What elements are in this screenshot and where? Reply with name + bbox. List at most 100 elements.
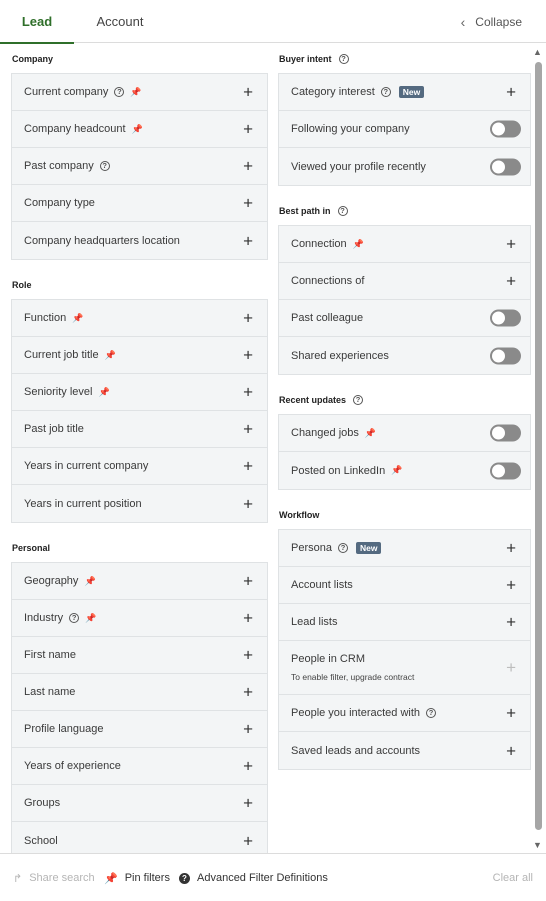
add-icon[interactable]: + [243, 310, 253, 327]
pin-filters-button[interactable]: 📌 Pin filters [104, 854, 170, 901]
filter-function[interactable]: Function 📌 + [12, 300, 267, 337]
pin-icon[interactable]: 📌 [85, 613, 96, 624]
add-icon[interactable]: + [506, 540, 516, 557]
filter-geography[interactable]: Geography 📌 + [12, 563, 267, 600]
share-search-button[interactable]: ↱ Share search [13, 854, 95, 901]
filter-viewed-your-profile[interactable]: Viewed your profile recently [279, 148, 530, 185]
add-icon[interactable]: + [243, 610, 253, 627]
filter-past-colleague[interactable]: Past colleague [279, 300, 530, 337]
filters-panel[interactable]: Company Current company ? 📌 + Company he… [0, 44, 546, 853]
scroll-down-arrow-icon[interactable]: ▼ [533, 840, 542, 850]
add-icon[interactable]: + [243, 832, 253, 849]
filter-company-hq-location[interactable]: Company headquarters location + [12, 222, 267, 259]
filter-footer: ↱ Share search 📌 Pin filters ? Advanced … [0, 853, 546, 901]
filter-posted-on-linkedin[interactable]: Posted on LinkedIn 📌 [279, 452, 530, 489]
filter-label: Saved leads and accounts [291, 744, 421, 757]
help-icon[interactable]: ? [353, 395, 364, 405]
filter-last-name[interactable]: Last name + [12, 674, 267, 711]
add-icon[interactable]: + [506, 614, 516, 631]
filter-years-in-current-company[interactable]: Years in current company + [12, 448, 267, 485]
pin-icon[interactable]: 📌 [132, 124, 143, 135]
filter-current-job-title[interactable]: Current job title 📌 + [12, 337, 267, 374]
scrollbar-thumb[interactable] [535, 62, 542, 830]
help-icon[interactable]: ? [380, 87, 391, 97]
toggle-switch[interactable] [490, 309, 521, 327]
filter-persona[interactable]: Persona ? New + [279, 530, 530, 567]
clear-all-button[interactable]: Clear all [493, 854, 533, 901]
filter-label: Connection [291, 238, 347, 250]
pin-icon[interactable]: 📌 [130, 87, 141, 98]
filter-label: People in CRM [291, 653, 365, 665]
filter-category-interest[interactable]: Category interest ? New + [279, 74, 530, 111]
add-icon[interactable]: + [243, 121, 253, 138]
add-icon[interactable]: + [506, 577, 516, 594]
filter-changed-jobs[interactable]: Changed jobs 📌 [279, 415, 530, 452]
help-icon[interactable]: ? [337, 206, 348, 216]
toggle-switch[interactable] [490, 158, 521, 175]
filter-people-you-interacted-with[interactable]: People you interacted with ? + [279, 695, 530, 732]
pin-icon[interactable]: 📌 [98, 387, 109, 398]
add-icon[interactable]: + [243, 573, 253, 590]
toggle-switch[interactable] [490, 347, 521, 364]
filter-school[interactable]: School + [12, 822, 267, 853]
filter-shared-experiences[interactable]: Shared experiences [279, 337, 530, 374]
pin-icon[interactable]: 📌 [365, 428, 376, 439]
pin-icon[interactable]: 📌 [391, 465, 402, 476]
filter-account-lists[interactable]: Account lists + [279, 567, 530, 604]
add-icon[interactable]: + [506, 742, 516, 759]
filter-past-company[interactable]: Past company ? + [12, 148, 267, 185]
toggle-switch[interactable] [490, 424, 521, 442]
filter-connections-of[interactable]: Connections of + [279, 263, 530, 300]
filter-years-of-experience[interactable]: Years of experience + [12, 748, 267, 785]
tab-account[interactable]: Account [84, 0, 156, 43]
add-icon[interactable]: + [243, 347, 253, 364]
toggle-switch[interactable] [490, 120, 521, 138]
pin-icon[interactable]: 📌 [84, 576, 95, 587]
help-icon[interactable]: ? [99, 161, 110, 171]
help-icon[interactable]: ? [114, 87, 125, 97]
add-icon[interactable]: + [243, 758, 253, 775]
add-icon[interactable]: + [243, 232, 253, 249]
filter-industry[interactable]: Industry ? 📌 + [12, 600, 267, 637]
add-icon[interactable]: + [243, 684, 253, 701]
help-icon[interactable]: ? [337, 543, 348, 553]
filter-following-your-company[interactable]: Following your company [279, 111, 530, 148]
filter-years-in-current-position[interactable]: Years in current position + [12, 485, 267, 522]
add-icon[interactable]: + [243, 795, 253, 812]
add-icon[interactable]: + [243, 158, 253, 175]
add-icon[interactable]: + [243, 495, 253, 512]
add-icon[interactable]: + [243, 84, 253, 101]
collapse-button[interactable]: ‹ Collapse [461, 0, 522, 43]
advanced-filter-definitions-link[interactable]: ? Advanced Filter Definitions [179, 854, 328, 901]
filter-groups[interactable]: Groups + [12, 785, 267, 822]
toggle-switch[interactable] [490, 462, 521, 479]
filter-profile-language[interactable]: Profile language + [12, 711, 267, 748]
add-icon[interactable]: + [243, 721, 253, 738]
add-icon[interactable]: + [506, 705, 516, 722]
add-icon[interactable]: + [506, 84, 516, 101]
scroll-up-arrow-icon[interactable]: ▲ [533, 47, 542, 57]
filter-company-type[interactable]: Company type + [12, 185, 267, 222]
filter-lead-lists[interactable]: Lead lists + [279, 604, 530, 641]
add-icon[interactable]: + [243, 458, 253, 475]
filter-past-job-title[interactable]: Past job title + [12, 411, 267, 448]
add-icon[interactable]: + [506, 273, 516, 290]
filter-first-name[interactable]: First name + [12, 637, 267, 674]
help-icon[interactable]: ? [69, 613, 80, 623]
filter-company-headcount[interactable]: Company headcount 📌 + [12, 111, 267, 148]
add-icon[interactable]: + [243, 421, 253, 438]
tab-lead[interactable]: Lead [0, 0, 74, 44]
filter-connection[interactable]: Connection 📌 + [279, 226, 530, 263]
add-icon[interactable]: + [243, 195, 253, 212]
pin-icon[interactable]: 📌 [105, 350, 116, 361]
filter-seniority-level[interactable]: Seniority level 📌 + [12, 374, 267, 411]
add-icon[interactable]: + [243, 647, 253, 664]
add-icon[interactable]: + [243, 384, 253, 401]
filter-saved-leads-and-accounts[interactable]: Saved leads and accounts + [279, 732, 530, 769]
help-icon[interactable]: ? [426, 708, 437, 718]
help-icon[interactable]: ? [338, 54, 349, 64]
add-icon[interactable]: + [506, 236, 516, 253]
pin-icon[interactable]: 📌 [72, 313, 83, 324]
filter-current-company[interactable]: Current company ? 📌 + [12, 74, 267, 111]
pin-icon[interactable]: 📌 [353, 239, 364, 250]
